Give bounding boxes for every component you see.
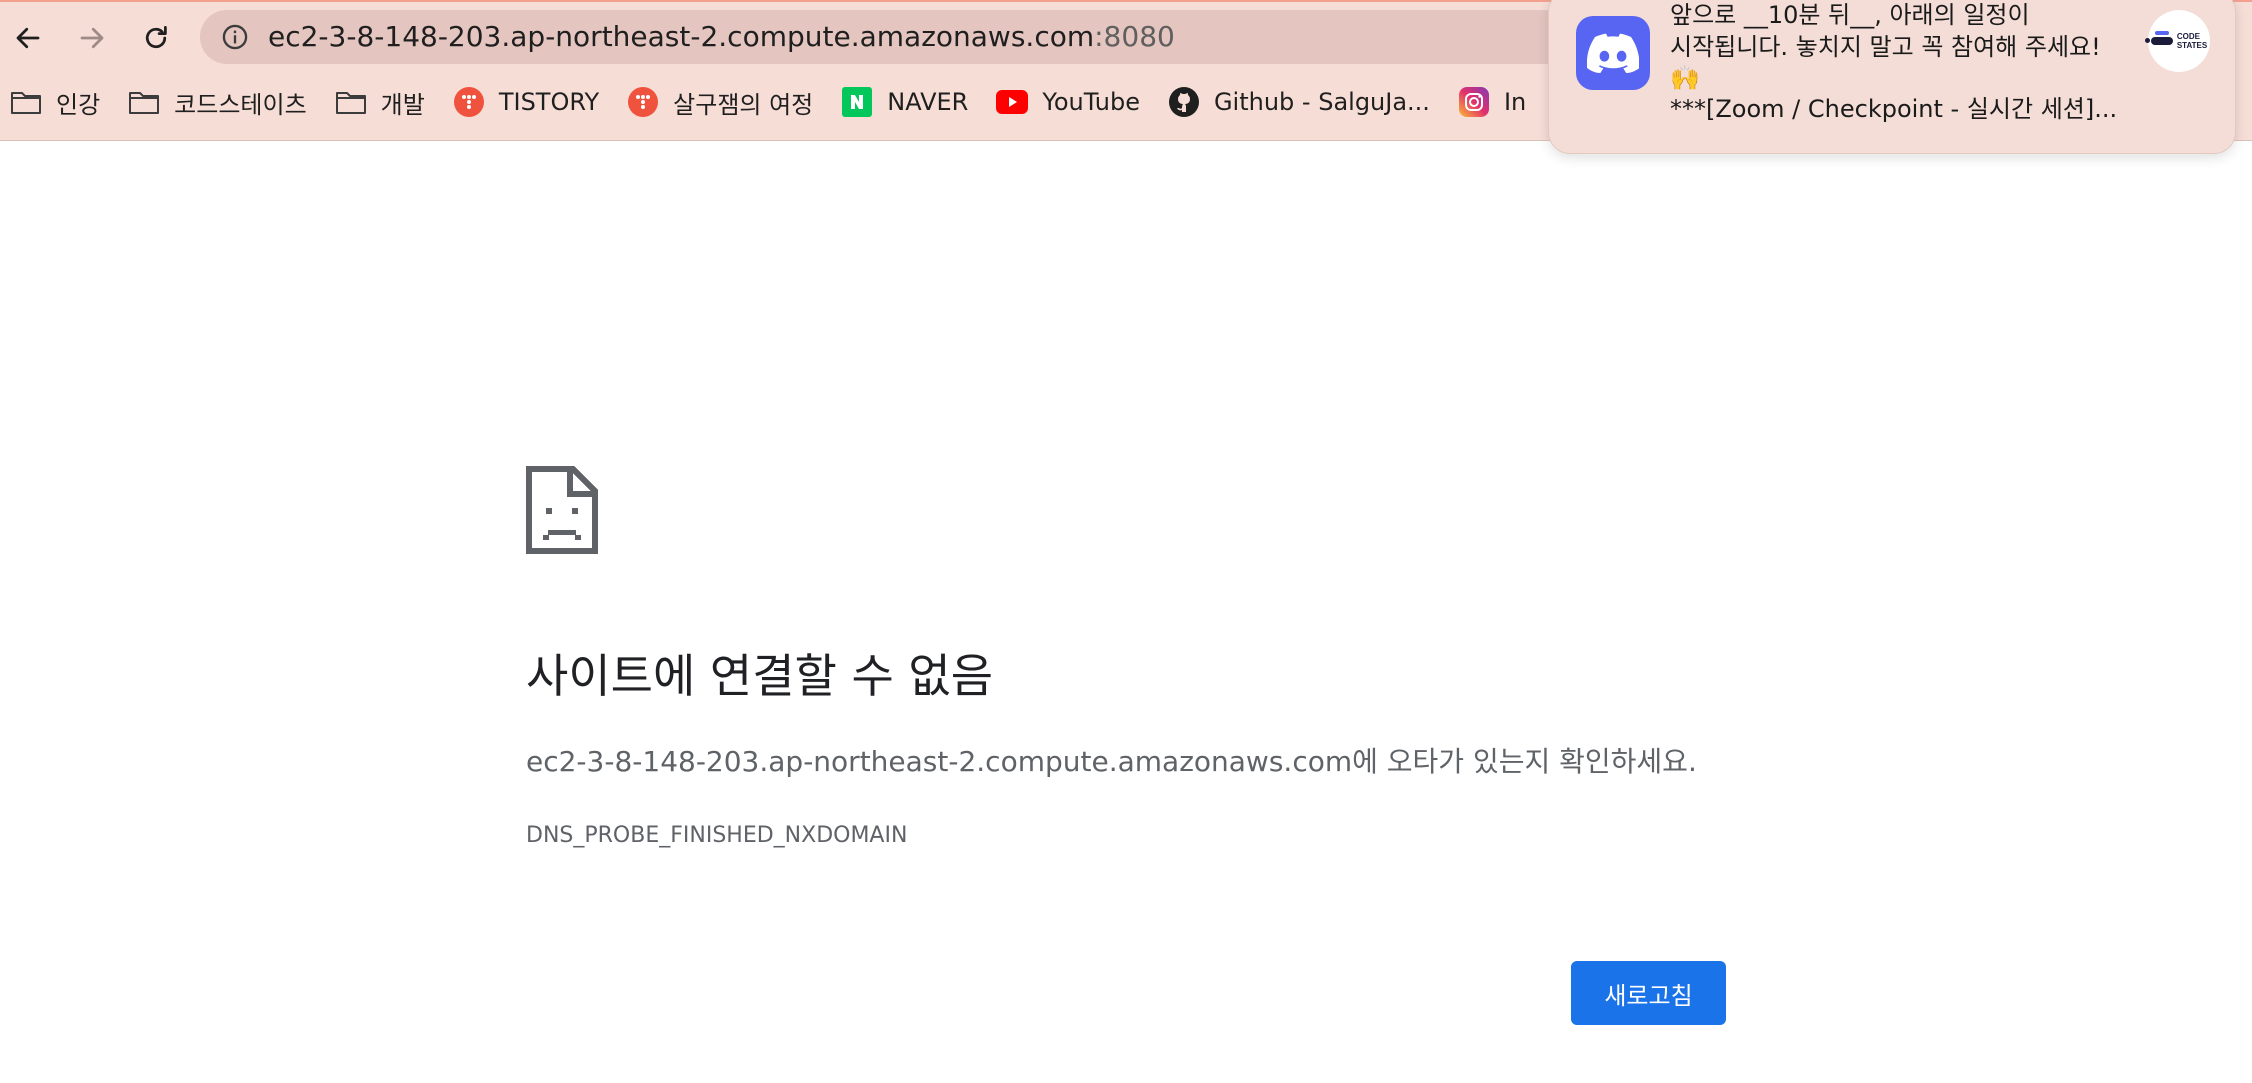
tistory-icon [453,86,485,118]
discord-notification[interactable]: 앞으로 __10분 뒤__, 아래의 일정이 시작됩니다. 놓치지 말고 꼭 참… [1548,0,2236,154]
bookmark-github[interactable]: Github - SalguJa... [1160,82,1438,122]
raising-hands-emoji: 🙌 [1670,64,1700,92]
forward-button[interactable] [68,14,116,62]
url-text[interactable]: ec2-3-8-148-203.ap-northeast-2.compute.a… [268,22,1175,52]
reload-icon [145,26,167,49]
naver-icon [841,86,873,118]
error-description: ec2-3-8-148-203.ap-northeast-2.compute.a… [526,745,1697,778]
codestates-logo-mark [2144,31,2173,45]
bookmark-instagram[interactable]: In [1450,82,1534,122]
address-bar[interactable]: ec2-3-8-148-203.ap-northeast-2.compute.a… [200,10,1620,64]
reload-button[interactable]: 새로고침 [1571,961,1726,1025]
discord-icon [1576,16,1650,90]
back-arrow-icon [16,27,40,49]
bookmark-label: TISTORY [498,88,600,116]
bookmark-naver[interactable]: NAVER [833,82,976,122]
error-code[interactable]: DNS_PROBE_FINISHED_NXDOMAIN [526,822,907,850]
codestates-logo-text: CODE STATES [2176,32,2208,50]
url-port: :8080 [1094,20,1175,53]
bookmark-label: YouTube [1042,88,1140,116]
tistory-icon [627,86,659,118]
notification-body: 앞으로 __10분 뒤__, 아래의 일정이 시작됩니다. 놓치지 말고 꼭 참… [1670,0,2150,125]
youtube-icon [996,86,1029,118]
instagram-icon [1458,86,1490,118]
bookmark-blog[interactable]: 살구잼의 여정 [619,82,821,122]
forward-arrow-icon [80,27,104,49]
site-info-icon[interactable] [220,22,250,52]
folder-icon [335,86,367,118]
bookmark-label: 살구잼의 여정 [673,90,814,119]
bookmark-tistory[interactable]: TISTORY [445,82,607,122]
sad-page-icon [526,466,598,554]
github-icon [1168,86,1200,118]
notification-line: 시작됩니다. 놓치지 말고 꼭 참여해 주세요! [1670,33,2101,61]
folder-icon [10,86,42,118]
codestates-avatar: CODE STATES [2144,10,2210,72]
bookmark-folder-dev[interactable]: 개발 [327,82,433,122]
url-host: ec2-3-8-148-203.ap-northeast-2.compute.a… [268,20,1095,53]
back-button[interactable] [4,14,52,62]
bookmarks-bar: 인강 코드스테이츠 개발 TISTORY 살구잼의 여정 NAVER YouTu… [0,82,1560,122]
bookmark-folder-codestates[interactable]: 코드스테이츠 [120,82,314,122]
bookmark-label: In [1503,88,1527,116]
bookmark-label: NAVER [887,88,969,116]
error-title: 사이트에 연결할 수 없음 [526,649,994,703]
reload-toolbar-button[interactable] [132,14,180,62]
notification-line: 앞으로 __10분 뒤__, 아래의 일정이 [1670,1,2030,29]
bookmark-youtube[interactable]: YouTube [988,82,1148,122]
bookmark-folder-lectures[interactable]: 인강 [2,82,108,122]
bookmark-label: 인강 [56,90,101,119]
bookmark-label: 코드스테이츠 [174,90,307,119]
bookmark-label: Github - SalguJa... [1213,88,1430,116]
bookmark-label: 개발 [380,90,425,119]
folder-icon [128,86,160,118]
notification-line: ***[Zoom / Checkpoint - 실시간 세션]... [1670,95,2118,123]
